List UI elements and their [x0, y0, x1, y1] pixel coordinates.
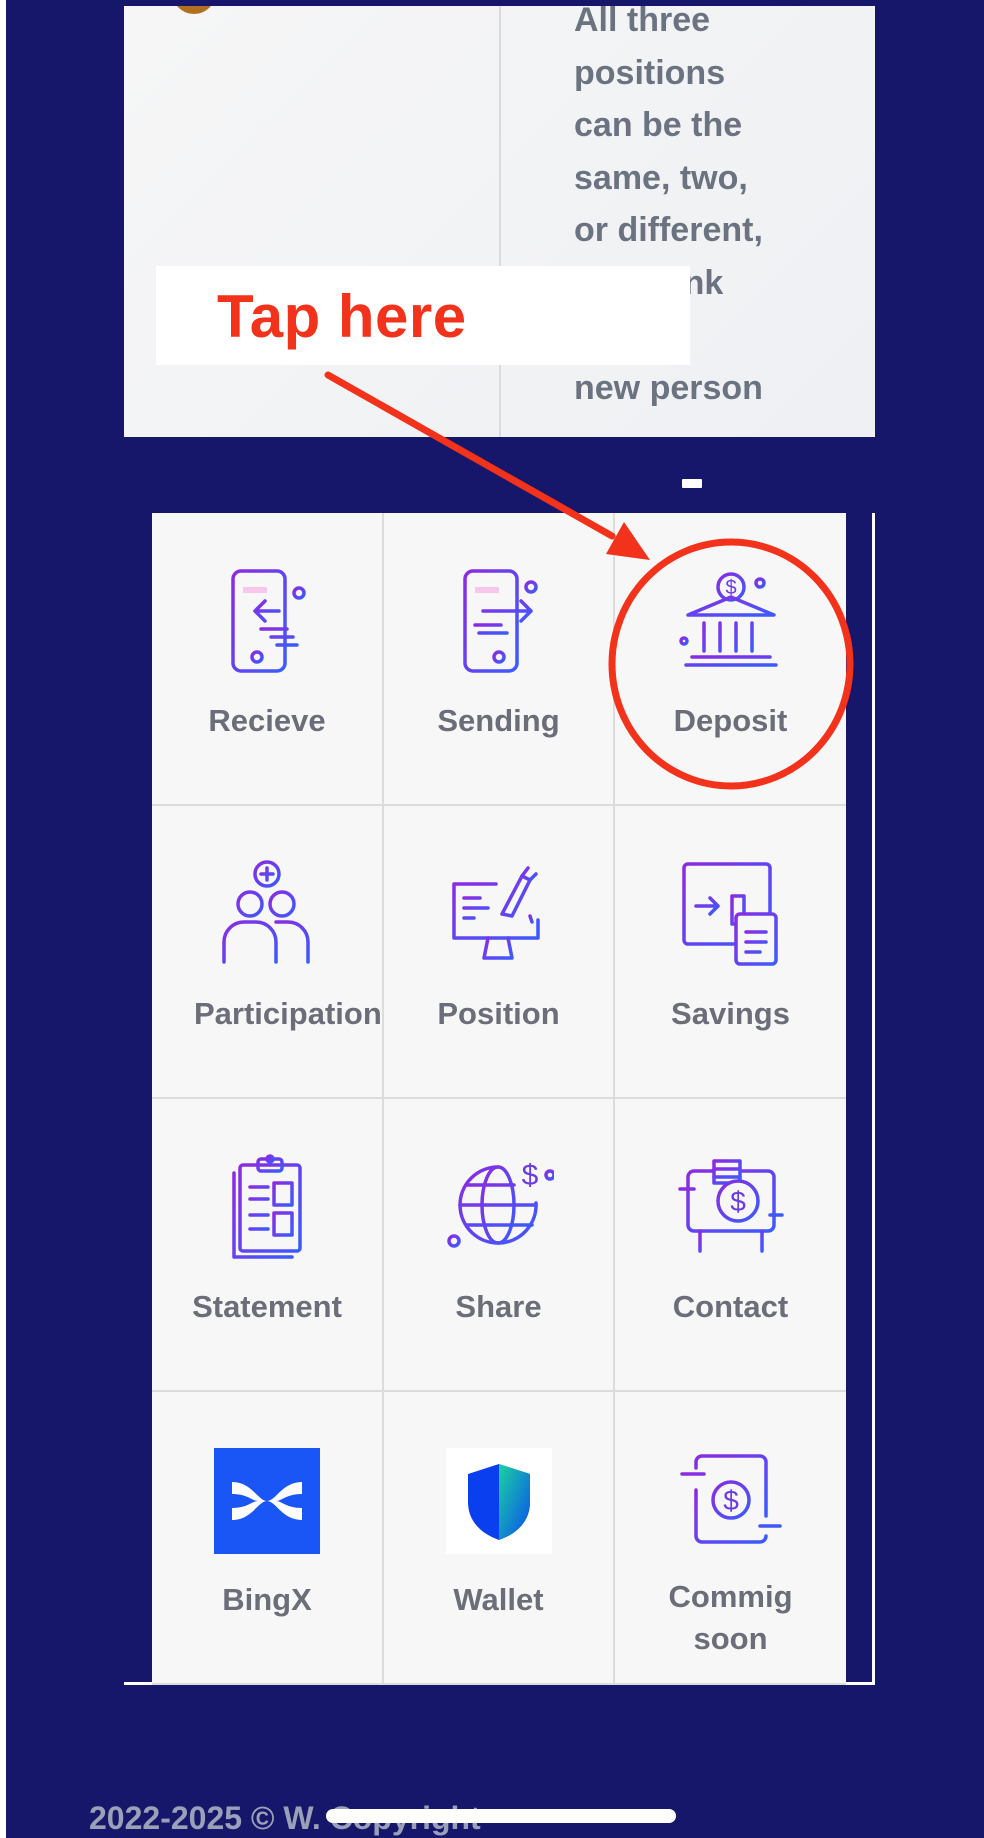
menu-item-wallet[interactable]: Wallet: [384, 1392, 615, 1685]
phone-send-icon: [444, 567, 554, 677]
transfer-document-icon: [676, 860, 786, 970]
menu-item-coming-soon[interactable]: $ Commig soon: [615, 1392, 846, 1685]
phone-receive-icon: [212, 567, 322, 677]
bingx-logo: [212, 1446, 322, 1556]
svg-text:$: $: [723, 1485, 739, 1516]
menu-item-participation[interactable]: Participation: [152, 806, 384, 1099]
bank-dollar-icon: $: [676, 567, 786, 677]
menu-item-label: Recieve: [208, 703, 326, 738]
menu-item-label: Statement: [192, 1289, 342, 1324]
menu-grid: Recieve Sending $ Deposit Participation …: [152, 513, 846, 1685]
menu-item-statement[interactable]: Statement: [152, 1099, 384, 1392]
menu-item-label: Commig soon: [668, 1579, 793, 1656]
menu-item-deposit[interactable]: $ Deposit: [615, 513, 846, 806]
annotation-label: Tap here: [217, 283, 467, 350]
menu-item-contact[interactable]: $ Contact: [615, 1099, 846, 1392]
dash-marker: [682, 479, 702, 488]
menu-item-label: Participation: [194, 996, 382, 1031]
card-divider: [499, 6, 501, 437]
svg-text:$: $: [730, 1186, 746, 1217]
info-card: All three positions can be the same, two…: [124, 6, 875, 437]
menu-item-position[interactable]: Position: [384, 806, 615, 1099]
monitor-hand-icon: [444, 860, 554, 970]
users-plus-icon: [212, 860, 322, 970]
svg-text:$: $: [521, 1159, 538, 1192]
menu-item-label: Wallet: [453, 1582, 544, 1617]
avatar: [172, 6, 216, 14]
menu-item-label: Share: [455, 1289, 542, 1324]
clipboard-icon: [212, 1153, 322, 1263]
menu-item-label: Deposit: [673, 703, 788, 738]
menu-item-sending[interactable]: Sending: [384, 513, 615, 806]
menu-item-label: Sending: [437, 703, 560, 738]
menu-item-savings[interactable]: Savings: [615, 806, 846, 1099]
home-indicator[interactable]: [326, 1809, 676, 1823]
cash-register-icon: $: [676, 1153, 786, 1263]
menu-item-share[interactable]: $ Share: [384, 1099, 615, 1392]
menu-item-label: Position: [437, 996, 560, 1031]
dollar-frame-icon: $: [676, 1446, 786, 1556]
menu-item-label: Savings: [671, 996, 790, 1031]
shield-wallet-icon: [444, 1446, 554, 1556]
menu-item-label: Contact: [672, 1289, 789, 1324]
globe-dollar-icon: $: [444, 1153, 554, 1263]
menu-item-recieve[interactable]: Recieve: [152, 513, 384, 806]
menu-item-label: BingX: [222, 1582, 312, 1617]
menu-item-bingx[interactable]: BingX: [152, 1392, 384, 1685]
